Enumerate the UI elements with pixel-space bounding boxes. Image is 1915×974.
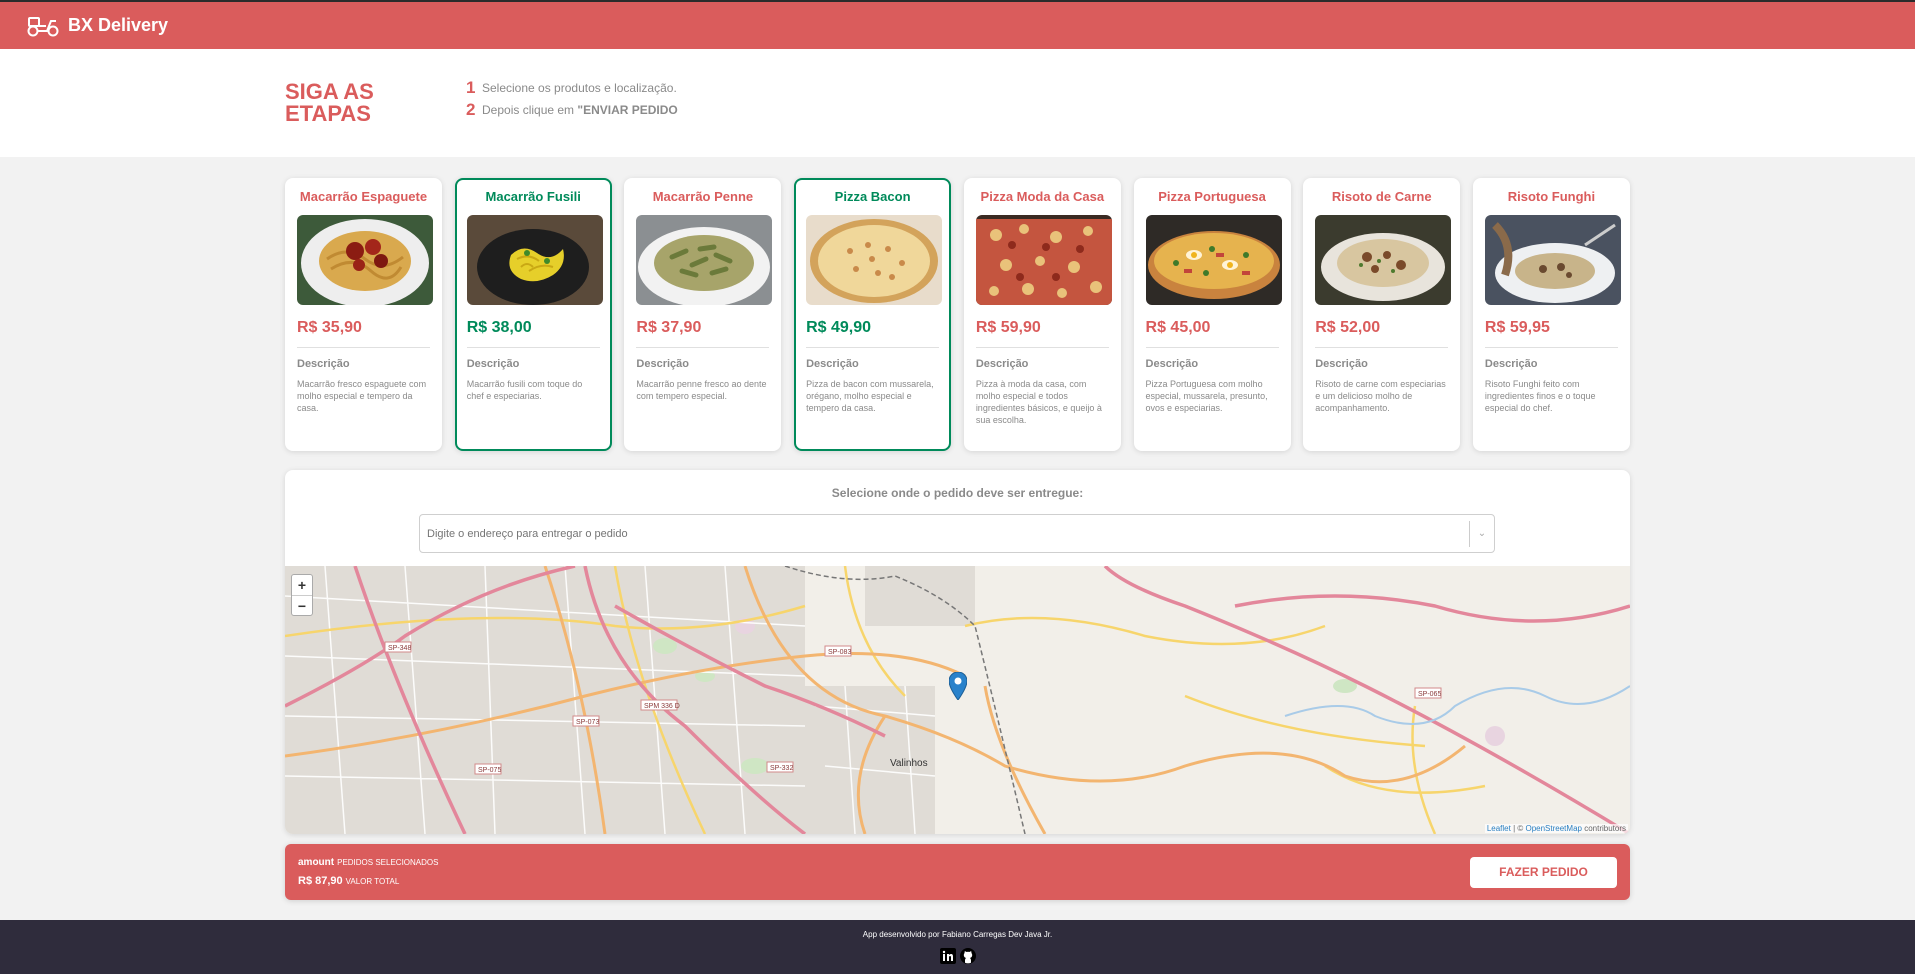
product-description: Risoto Funghi feito com ingredientes fin… — [1484, 379, 1596, 413]
product-card-macarrao-penne[interactable]: Macarrão Penne R$ 37,90 Descrição Macarr… — [624, 178, 782, 451]
product-price: R$ 35,90 — [297, 319, 430, 348]
product-image — [975, 215, 1112, 305]
svg-text:SPM 336 D: SPM 336 D — [644, 703, 680, 710]
map-zoom-control: + − — [291, 574, 313, 616]
description-title: Descrição — [1145, 358, 1199, 370]
svg-text:SP-332: SP-332 — [770, 765, 793, 772]
address-input[interactable] — [420, 527, 1469, 540]
order-summary: amount Pedidos selecionados R$ 87,90 Valor… — [285, 844, 1630, 900]
zoom-out-button[interactable]: − — [292, 595, 312, 615]
svg-text:SP-065: SP-065 — [1418, 691, 1441, 698]
product-card-risoto-funghi[interactable]: Risoto Funghi R$ 59,95 Descrição Risoto … — [1472, 178, 1630, 451]
product-card-pizza-portuguesa[interactable]: Pizza Portuguesa R$ 45,00 Descrição Pizz… — [1133, 178, 1291, 451]
product-name: Macarrão Penne — [652, 189, 754, 204]
product-card-macarrao-espaguete[interactable]: Macarrão Espaguete R$ 35,90 Descrição Ma… — [285, 178, 442, 451]
svg-text:SP-075: SP-075 — [478, 767, 501, 774]
description-title: Descrição — [1315, 358, 1368, 370]
product-description: Pizza Portuguesa com molho especial, mus… — [1145, 379, 1268, 413]
steps-section: Siga as etapas 1 Selecione os produtos e… — [0, 49, 1915, 157]
description-title: Descrição — [975, 358, 1029, 370]
product-price: R$ 37,90 — [636, 319, 770, 348]
product-card-risoto-de-carne[interactable]: Risoto de Carne R$ 52,00 Descrição Risot… — [1303, 178, 1461, 451]
location-section: Selecione onde o pedido deve ser entregu… — [285, 470, 1630, 834]
step-item: 1 Selecione os produtos e localização. — [466, 77, 678, 99]
product-price: R$ 45,00 — [1145, 319, 1279, 348]
product-name: Pizza Moda da Casa — [980, 189, 1105, 204]
chevron-down-icon[interactable]: ⌄ — [1470, 528, 1494, 539]
product-list: Macarrão Espaguete R$ 35,90 Descrição Ma… — [285, 178, 1630, 451]
step-item: 2 Depois clique em "ENVIAR PEDIDO — [466, 99, 678, 121]
product-card-pizza-moda-da-casa[interactable]: Pizza Moda da Casa R$ 59,90 Descrição Pi… — [963, 178, 1121, 451]
github-icon[interactable] — [959, 948, 976, 969]
map-city-label: Valinhos — [890, 758, 928, 769]
product-description: Pizza à moda da casa, com molho especial… — [975, 379, 1102, 425]
selected-count: amount Pedidos selecionados — [298, 857, 439, 868]
product-name: Pizza Portuguesa — [1158, 189, 1266, 204]
total-value: R$ 87,90 Valor total — [298, 875, 400, 887]
product-card-macarrao-fusili[interactable]: Macarrão Fusili R$ 38,00 Descrição Macar… — [454, 178, 612, 451]
product-name: Risoto de Carne — [1331, 189, 1432, 204]
product-description: Macarrão fusili com toque do chef e espe… — [466, 379, 583, 401]
social-links — [0, 948, 1915, 969]
zoom-in-button[interactable]: + — [292, 575, 312, 595]
product-image — [636, 215, 773, 305]
description-title: Descrição — [806, 358, 859, 370]
product-image — [1484, 215, 1621, 305]
address-select[interactable]: ⌄ — [419, 514, 1495, 553]
leaflet-link[interactable]: Leaflet — [1487, 824, 1511, 833]
product-description: Risoto de carne com especiarias e um del… — [1315, 379, 1446, 413]
map-attribution: Leaflet | © OpenStreetMap contributors — [1484, 824, 1628, 833]
product-price: R$ 49,90 — [806, 319, 940, 348]
place-order-button[interactable]: Fazer pedido — [1470, 857, 1617, 888]
product-image — [1145, 215, 1282, 305]
map-marker-icon[interactable] — [949, 672, 967, 700]
product-description: Macarrão penne fresco ao dente com tempe… — [636, 379, 767, 401]
footer: App desenvolvido por Fabiano Carregas De… — [0, 920, 1915, 974]
product-image — [806, 215, 943, 305]
description-title: Descrição — [297, 358, 350, 370]
product-image — [1315, 215, 1452, 305]
product-card-pizza-bacon[interactable]: Pizza Bacon R$ 49,90 Descrição Pizza de … — [794, 178, 952, 451]
product-image — [297, 215, 433, 305]
product-price: R$ 38,00 — [466, 319, 600, 348]
product-name: Risoto Funghi — [1507, 189, 1596, 204]
brand-name[interactable]: BX Delivery — [68, 15, 168, 36]
linkedin-icon[interactable] — [939, 948, 956, 969]
description-title: Descrição — [466, 358, 520, 370]
svg-text:SP-073: SP-073 — [576, 719, 599, 726]
footer-credit: App desenvolvido por Fabiano Carregas De… — [862, 930, 1053, 939]
product-price: R$ 59,95 — [1484, 319, 1618, 348]
step-number: 1 — [466, 78, 476, 97]
svg-text:SP-348: SP-348 — [388, 645, 411, 652]
product-description: Macarrão fresco espaguete com molho espe… — [297, 379, 427, 413]
navbar: BX Delivery — [0, 0, 1915, 49]
steps-title: Siga as etapas — [285, 79, 374, 126]
description-title: Descrição — [636, 358, 689, 370]
product-description: Pizza de bacon com mussarela, orégano, m… — [806, 379, 934, 413]
product-image — [466, 215, 603, 305]
openstreetmap-link[interactable]: OpenStreetMap — [1525, 824, 1581, 833]
svg-text:SP-083: SP-083 — [828, 649, 851, 656]
map[interactable]: SP-348 SP-083 SPM 336 D SP-073 SP-332 SP… — [285, 564, 1630, 834]
step-text: Selecione os produtos e localização. — [482, 81, 677, 95]
description-title: Descrição — [1484, 358, 1538, 370]
product-price: R$ 52,00 — [1315, 319, 1449, 348]
delivery-scooter-icon[interactable] — [26, 14, 60, 38]
location-label: Selecione onde o pedido deve ser entregu… — [831, 486, 1084, 500]
step-text: Depois clique em "ENVIAR PEDIDO — [482, 103, 678, 117]
product-name: Pizza Bacon — [834, 189, 911, 204]
product-name: Macarrão Espaguete — [299, 189, 428, 204]
product-name: Macarrão Fusili — [485, 189, 581, 204]
steps-list: 1 Selecione os produtos e localização. 2… — [466, 77, 678, 121]
product-price: R$ 59,90 — [975, 319, 1109, 348]
step-number: 2 — [466, 100, 476, 119]
map-tiles: SP-348 SP-083 SPM 336 D SP-073 SP-332 SP… — [285, 564, 1630, 834]
